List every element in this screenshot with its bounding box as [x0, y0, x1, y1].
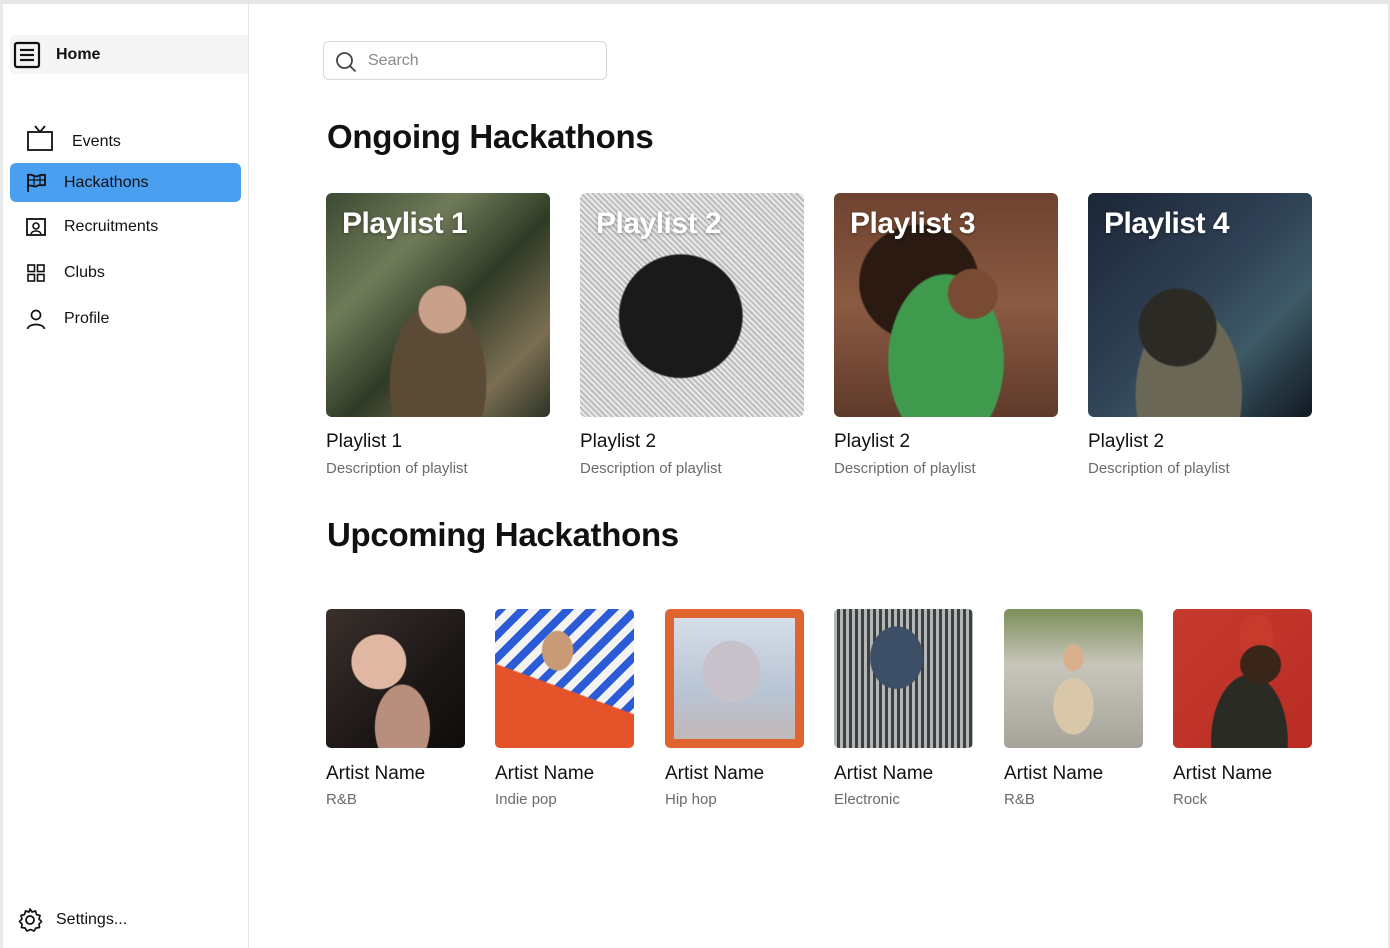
card-image[interactable]: Playlist 4 — [1088, 193, 1312, 417]
card-title[interactable]: Playlist 2 — [1088, 431, 1164, 453]
artist-name[interactable]: Artist Name — [495, 763, 594, 785]
sidebar-item-label: Hackathons — [64, 174, 149, 191]
card-overlay-title: Playlist 2 — [596, 207, 722, 240]
artist-image[interactable] — [665, 609, 804, 748]
artist-name[interactable]: Artist Name — [1173, 763, 1272, 785]
card-overlay-title: Playlist 1 — [342, 207, 468, 240]
sidebar-item-label: Events — [72, 133, 121, 150]
search-input[interactable] — [368, 50, 588, 72]
artist-name[interactable]: Artist Name — [326, 763, 425, 785]
flag-icon — [27, 173, 46, 192]
artist-image[interactable] — [834, 609, 973, 748]
user-icon — [26, 309, 46, 330]
grid-icon — [27, 264, 45, 282]
sidebar-item-hackathons[interactable]: Hackathons — [10, 163, 241, 202]
card-title[interactable]: Playlist 1 — [326, 431, 402, 453]
artist-name[interactable]: Artist Name — [834, 763, 933, 785]
artist-image[interactable] — [326, 609, 465, 748]
artist-genre: Electronic — [834, 791, 900, 808]
sidebar-item-events[interactable]: Events — [10, 122, 241, 161]
sidebar-item-clubs[interactable]: Clubs — [10, 253, 241, 292]
card-description: Description of playlist — [580, 460, 722, 477]
id-badge-icon — [26, 218, 46, 236]
sidebar-item-profile[interactable]: Profile — [10, 299, 241, 338]
artist-image[interactable] — [1173, 609, 1312, 748]
sidebar: Home Events Hackathons Recruitments Club… — [3, 4, 249, 948]
artist-name[interactable]: Artist Name — [665, 763, 764, 785]
sidebar-home[interactable]: Home — [10, 35, 248, 74]
sidebar-item-label: Recruitments — [64, 218, 159, 235]
card-overlay-title: Playlist 4 — [1104, 207, 1230, 240]
sidebar-home-label: Home — [56, 46, 101, 63]
artist-genre: Indie pop — [495, 791, 557, 808]
settings-label: Settings... — [56, 911, 128, 928]
artist-genre: Rock — [1173, 791, 1208, 808]
artist-genre: R&B — [326, 791, 357, 808]
artist-genre: R&B — [1004, 791, 1035, 808]
gear-icon — [18, 908, 43, 932]
card-image[interactable]: Playlist 1 — [326, 193, 550, 417]
card-description: Description of playlist — [834, 460, 976, 477]
card-title[interactable]: Playlist 2 — [580, 431, 656, 453]
card-description: Description of playlist — [326, 460, 468, 477]
artist-name[interactable]: Artist Name — [1004, 763, 1103, 785]
menu-icon — [13, 41, 41, 69]
artist-image[interactable] — [1004, 609, 1143, 748]
search-icon — [336, 52, 357, 73]
sidebar-item-recruitments[interactable]: Recruitments — [10, 207, 241, 246]
search-box[interactable] — [323, 41, 607, 80]
artist-genre: Hip hop — [665, 791, 717, 808]
sidebar-item-label: Profile — [64, 310, 110, 327]
card-overlay-title: Playlist 3 — [850, 207, 976, 240]
ongoing-section-title: Ongoing Hackathons — [327, 118, 654, 155]
artist-image[interactable] — [495, 609, 634, 748]
card-image[interactable]: Playlist 2 — [580, 193, 804, 417]
card-description: Description of playlist — [1088, 460, 1230, 477]
card-image[interactable]: Playlist 3 — [834, 193, 1058, 417]
sidebar-item-label: Clubs — [64, 264, 105, 281]
settings-button[interactable]: Settings... — [17, 906, 217, 934]
upcoming-section-title: Upcoming Hackathons — [327, 516, 679, 553]
card-title[interactable]: Playlist 2 — [834, 431, 910, 453]
tv-icon — [27, 125, 53, 151]
